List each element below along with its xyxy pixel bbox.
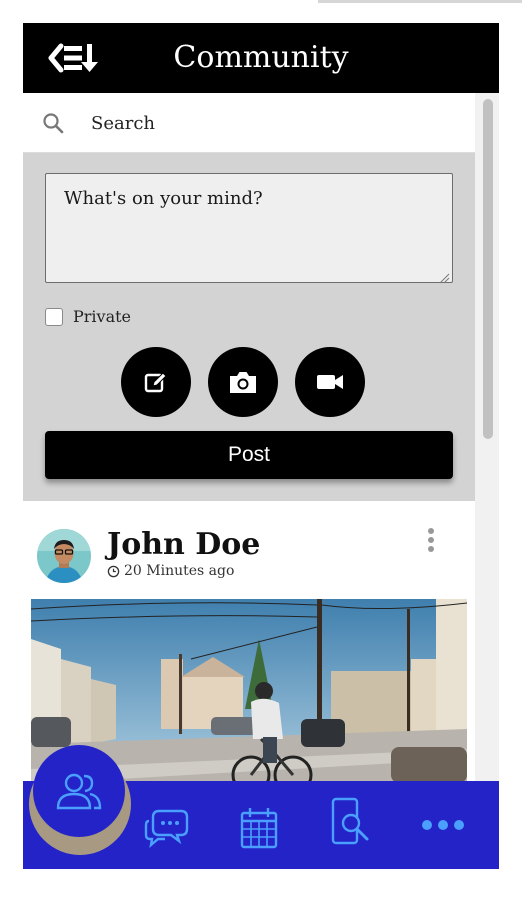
avatar[interactable]	[37, 529, 91, 583]
camera-button[interactable]	[208, 347, 278, 417]
video-button[interactable]	[295, 347, 365, 417]
resize-grip-icon[interactable]	[438, 268, 450, 284]
post-textarea[interactable]: What's on your mind?	[45, 173, 453, 284]
camera-icon	[230, 372, 256, 393]
search-icon	[41, 111, 65, 135]
post-button[interactable]: Post	[45, 431, 453, 479]
private-option[interactable]: Private	[45, 307, 131, 326]
private-label: Private	[73, 307, 132, 326]
post-timestamp: 20 Minutes ago	[107, 563, 234, 579]
post-textarea-placeholder: What's on your mind?	[64, 188, 263, 209]
edit-button[interactable]	[121, 347, 191, 417]
page-title: Community	[173, 40, 349, 75]
collapse-menu-icon[interactable]	[47, 38, 107, 78]
calendar-icon[interactable]	[239, 805, 279, 851]
search-bar[interactable]: Search	[23, 93, 475, 153]
post-time-text: 20 Minutes ago	[124, 563, 235, 579]
app-window: Community Search What's on your mind? Pr…	[23, 23, 499, 869]
clock-icon	[107, 565, 120, 577]
chat-icon[interactable]	[143, 805, 191, 849]
community-icon	[56, 773, 102, 810]
composer-panel: What's on your mind? Private Post	[23, 153, 475, 501]
more-icon[interactable]	[419, 817, 467, 833]
app-header: Community	[23, 23, 499, 93]
private-checkbox[interactable]	[45, 307, 63, 326]
post-author[interactable]: John Doe	[107, 527, 260, 563]
scrollbar-thumb[interactable]	[483, 99, 493, 439]
more-vertical-icon[interactable]	[425, 527, 437, 553]
community-button[interactable]	[33, 745, 125, 837]
top-divider	[318, 0, 522, 3]
video-icon	[317, 375, 343, 389]
edit-icon	[144, 372, 167, 393]
search-phone-icon[interactable]	[327, 797, 375, 849]
search-input[interactable]: Search	[91, 113, 155, 134]
